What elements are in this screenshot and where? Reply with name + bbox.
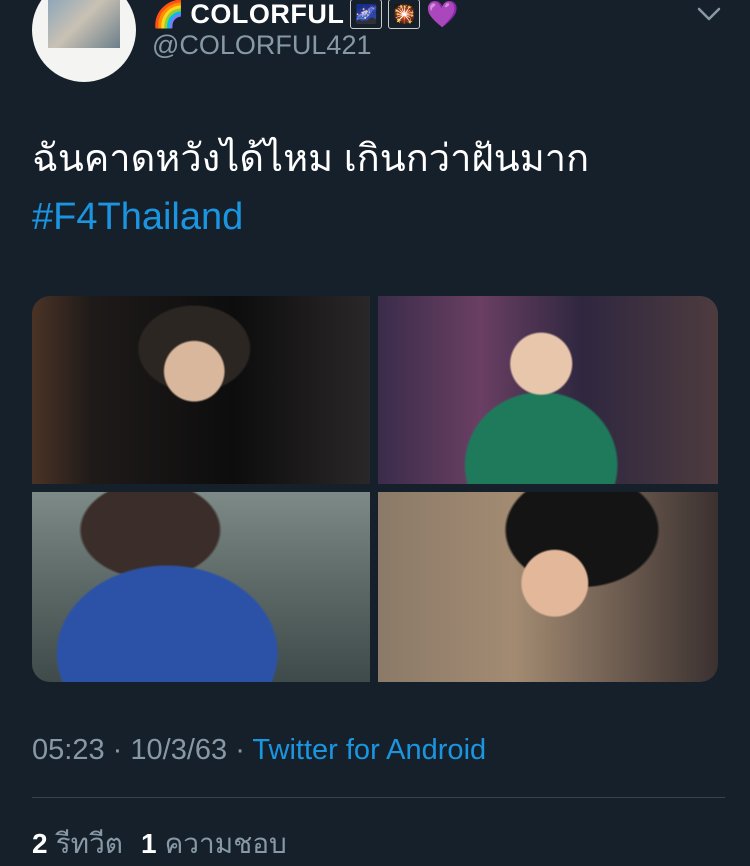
retweets-stat[interactable]: 2 รีทวีต — [32, 828, 123, 859]
meta-separator: · — [112, 734, 123, 766]
chevron-down-icon[interactable] — [696, 4, 722, 24]
likes-label: ความชอบ — [164, 828, 287, 859]
user-handle[interactable]: @COLORFUL421 — [152, 30, 371, 61]
avatar[interactable] — [32, 0, 136, 82]
purple-heart-emoji: 💜 — [426, 0, 459, 29]
source-link[interactable]: Twitter for Android — [252, 734, 486, 766]
tweet-stats: 2 รีทวีต 1 ความชอบ — [32, 822, 287, 866]
display-name-row[interactable]: 🌈 COLORFUL 🌌 🎇 💜 — [152, 0, 459, 30]
tweet-text: ฉันคาดหวังได้ไหม เกินกว่าฝันมาก — [32, 138, 590, 180]
media-photo-3[interactable] — [32, 492, 370, 682]
media-photo-4[interactable] — [378, 492, 718, 682]
display-name[interactable]: COLORFUL — [190, 0, 344, 30]
likes-stat[interactable]: 1 ความชอบ — [141, 828, 287, 859]
divider — [32, 797, 725, 798]
media-photo-1[interactable] — [32, 296, 370, 484]
media-grid — [32, 296, 718, 682]
meta-separator: · — [235, 734, 245, 766]
tweet-meta: 05:23 · 10/3/63 · Twitter for Android — [32, 734, 486, 767]
avatar-photo — [48, 0, 120, 48]
retweets-count: 2 — [32, 828, 48, 859]
retweets-label: รีทวีต — [55, 828, 123, 859]
hashtag-link[interactable]: #F4Thailand — [32, 196, 243, 239]
likes-count: 1 — [140, 828, 157, 859]
rainbow-emoji: 🌈 — [152, 0, 185, 29]
media-photo-2[interactable] — [378, 296, 718, 484]
milky-way-emoji: 🌌 — [350, 0, 383, 29]
tweet-time: 05:23 — [32, 734, 105, 766]
tweet-date: 10/3/63 — [130, 734, 228, 766]
fireworks-emoji: 🎇 — [388, 0, 421, 29]
